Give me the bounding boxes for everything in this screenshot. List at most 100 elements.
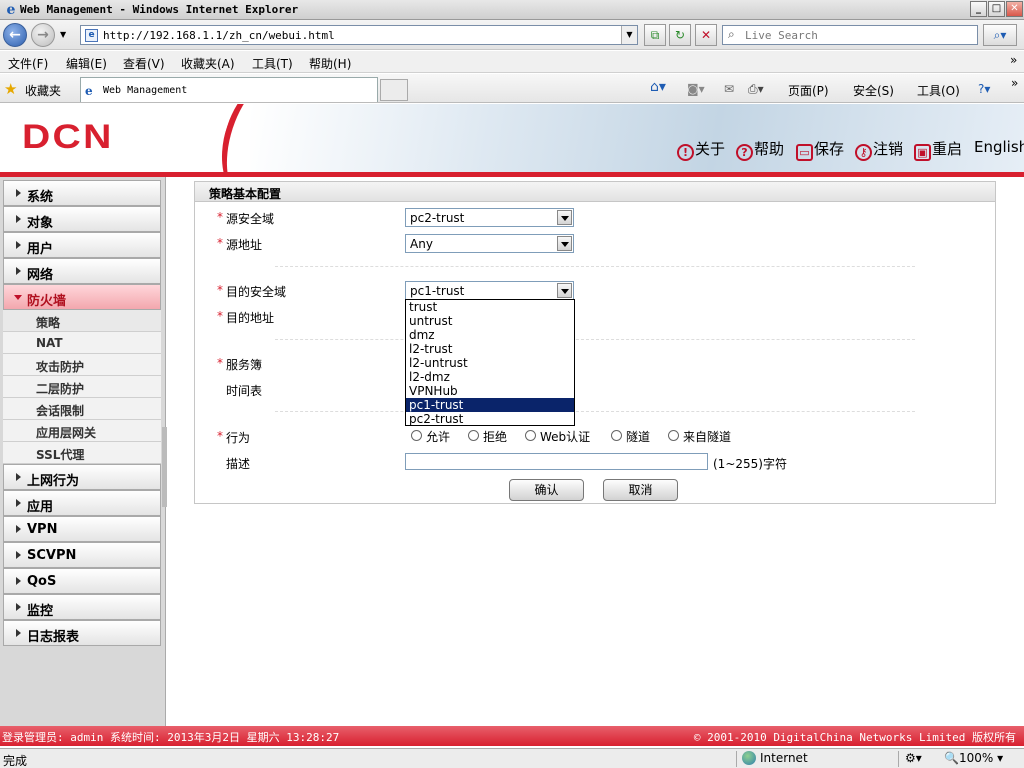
address-dropdown-icon[interactable]: ▼ [621,26,637,44]
sidebar-item-system[interactable]: 系统 [3,180,161,206]
dropdown-option[interactable]: l2-trust [406,342,574,356]
english-link[interactable]: English [974,138,1024,156]
dropdown-option[interactable]: VPNHub [406,384,574,398]
dst-zone-select[interactable]: pc1-trust [405,281,574,300]
chevron-down-icon[interactable] [557,236,572,251]
sidebar-subitem-alg[interactable]: 应用层网关 [3,420,161,442]
minimize-button[interactable]: _ [970,1,987,17]
menu-edit[interactable]: 编辑(E) [66,55,107,72]
sidebar-item-users[interactable]: 用户 [3,232,161,258]
security-zone[interactable]: Internet [742,751,808,765]
sidebar-item-internet-behavior[interactable]: 上网行为 [3,464,161,490]
logout-link[interactable]: ⚷ 注销 [855,138,903,161]
dropdown-option-highlighted[interactable]: pc1-trust [406,398,574,412]
cancel-button[interactable]: 取消 [603,479,678,501]
print-icon[interactable]: ⎙▾ [748,82,764,97]
src-zone-row: * 源安全域 pc2-trust [195,208,995,228]
home-icon[interactable]: ⌂▾ [650,79,666,95]
forward-button[interactable]: → [31,23,55,47]
sidebar-subitem-session-limit[interactable]: 会话限制 [3,398,161,420]
about-icon: ! [677,144,694,161]
caret-right-icon [16,267,21,275]
search-input[interactable]: ⌕ Live Search [722,25,978,45]
sidebar-item-log-report[interactable]: 日志报表 [3,620,161,646]
dropdown-option[interactable]: untrust [406,314,574,328]
history-dropdown-icon[interactable]: ▼ [60,30,66,39]
menu-help[interactable]: 帮助(H) [309,55,351,72]
caret-right-icon [16,603,21,611]
chevron-down-icon[interactable] [557,210,572,225]
action-webauth-label: Web认证 [540,430,591,444]
stop-icon[interactable]: ✕ [695,24,717,46]
feeds-icon[interactable]: ◙▾ [687,82,705,96]
description-input[interactable] [405,453,708,470]
save-link[interactable]: ▭ 保存 [796,138,844,161]
maximize-button[interactable]: □ [988,1,1005,17]
sidebar-item-vpn[interactable]: VPN [3,516,161,542]
menu-tools[interactable]: 工具(T) [252,55,293,72]
new-tab-button[interactable] [380,79,408,101]
dst-addr-label: 目的地址 [226,311,275,325]
caret-right-icon [16,577,21,585]
help-icon[interactable]: ?▾ [978,82,990,96]
action-tunnel-radio[interactable] [611,430,622,441]
help-link[interactable]: ? 帮助 [736,138,784,161]
sidebar-item-qos[interactable]: QoS [3,568,161,594]
favorites-label[interactable]: 收藏夹 [25,82,61,99]
sidebar-subitem-attack-defense[interactable]: 攻击防护 [3,354,161,376]
protected-mode-icon[interactable]: ⚙▾ [905,751,922,765]
dropdown-option[interactable]: dmz [406,328,574,342]
sidebar-item-network[interactable]: 网络 [3,258,161,284]
status-divider [736,751,737,767]
sidebar-item-firewall[interactable]: 防火墙 [3,284,161,310]
address-input[interactable]: e http://192.168.1.1/zh_cn/webui.html ▼ [80,25,638,45]
src-addr-select[interactable]: Any [405,234,574,253]
caret-down-icon [14,295,22,300]
dropdown-option[interactable]: pc2-trust [406,412,574,426]
caret-right-icon [16,473,21,481]
zoom-level[interactable]: 🔍100% ▾ [944,751,1003,765]
dst-addr-row: * 目的地址 [195,307,995,327]
about-link[interactable]: ! 关于 [677,138,725,161]
sidebar-subitem-l2-defense[interactable]: 二层防护 [3,376,161,398]
menu-file[interactable]: 文件(F) [8,55,48,72]
sidebar-item-monitor[interactable]: 监控 [3,594,161,620]
menu-favorites[interactable]: 收藏夹(A) [181,55,235,72]
action-webauth-radio[interactable] [525,430,536,441]
back-button[interactable]: ← [3,23,27,47]
action-deny-radio[interactable] [468,430,479,441]
tools-menu[interactable]: 工具(O) [917,82,960,99]
confirm-button[interactable]: 确认 [509,479,584,501]
sidebar-subitem-ssl-proxy[interactable]: SSL代理 [3,442,161,464]
title-bar: e Web Management - Windows Internet Expl… [0,0,1024,20]
mail-icon[interactable]: ✉ [724,82,734,96]
sidebar-subitem-policy[interactable]: 策略 [3,310,161,332]
close-button[interactable]: ✕ [1006,1,1023,17]
browser-tab[interactable]: e Web Management [80,77,378,102]
chevron-down-icon[interactable] [557,283,572,298]
dropdown-option[interactable]: l2-dmz [406,370,574,384]
compat-view-icon[interactable]: ⧉ [644,24,666,46]
dropdown-option[interactable]: l2-untrust [406,356,574,370]
action-from-tunnel-radio[interactable] [668,430,679,441]
search-go-icon[interactable]: ⌕▾ [983,24,1017,46]
src-zone-select[interactable]: pc2-trust [405,208,574,227]
page-menu[interactable]: 页面(P) [788,82,829,99]
sidebar-item-scvpn[interactable]: SCVPN [3,542,161,568]
safety-menu[interactable]: 安全(S) [853,82,894,99]
dropdown-option[interactable]: trust [406,300,574,314]
action-permit-label: 允许 [426,430,451,444]
description-row: 描述 (1~255)字符 [195,453,995,473]
action-permit-radio[interactable] [411,430,422,441]
more-chevron-icon[interactable]: » [1011,76,1018,90]
sidebar-item-apps[interactable]: 应用 [3,490,161,516]
favorites-star-icon[interactable]: ★ [4,80,17,98]
address-url: http://192.168.1.1/zh_cn/webui.html [103,29,335,42]
chevron-right-icon[interactable]: » [1010,53,1017,67]
caret-right-icon [16,525,21,533]
sidebar-subitem-nat[interactable]: NAT [3,332,161,354]
sidebar-item-objects[interactable]: 对象 [3,206,161,232]
reboot-link[interactable]: ▣ 重启 [914,138,962,161]
refresh-icon[interactable]: ↻ [669,24,691,46]
menu-view[interactable]: 查看(V) [123,55,165,72]
